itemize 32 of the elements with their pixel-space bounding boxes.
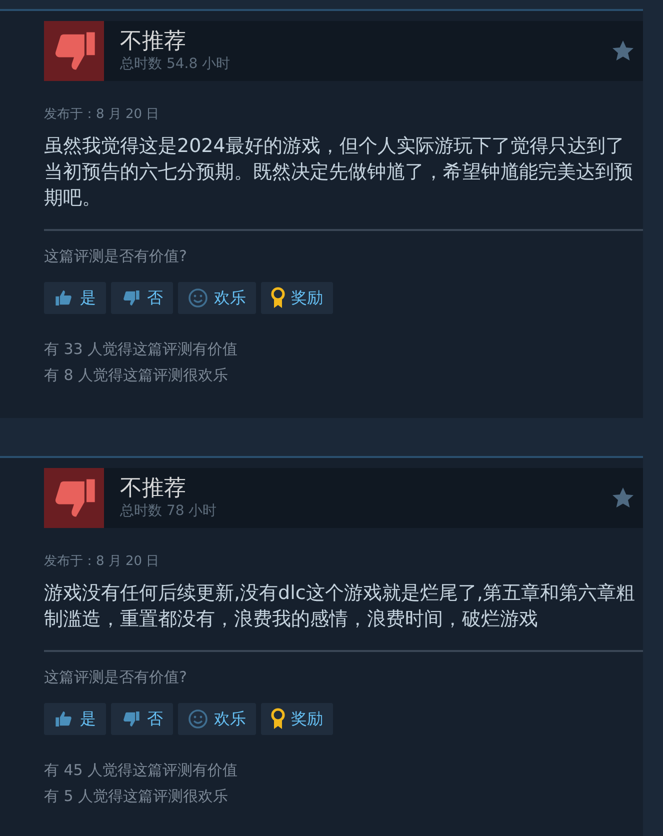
award-vote-button[interactable]: 奖励 — [261, 703, 333, 735]
helpful-question: 这篇评测是否有价值? — [44, 247, 188, 266]
posted-date: 发布于：8 月 20 日 — [44, 553, 160, 570]
playtime: 总时数 54.8 小时 — [120, 55, 230, 73]
star-icon[interactable] — [611, 486, 635, 510]
no-vote-button[interactable]: 否 — [111, 282, 173, 314]
vote-count: 有 33 人觉得这篇评测有价值 — [44, 339, 239, 360]
verdict-title: 不推荐 — [120, 29, 187, 55]
funny-vote-button[interactable]: 欢乐 — [178, 703, 256, 735]
posted-date: 发布于：8 月 20 日 — [44, 106, 160, 123]
award-vote-button[interactable]: 奖励 — [261, 282, 333, 314]
yes-vote-button[interactable]: 是 — [44, 282, 106, 314]
funny-vote-button[interactable]: 欢乐 — [178, 282, 256, 314]
award-ribbon-icon — [271, 287, 285, 309]
smiley-icon — [188, 709, 208, 729]
no-vote-button[interactable]: 否 — [111, 703, 173, 735]
star-icon[interactable] — [611, 39, 635, 63]
award-ribbon-icon — [271, 708, 285, 730]
yes-vote-button[interactable]: 是 — [44, 703, 106, 735]
thumbs-down-icon — [121, 288, 141, 308]
thumbs-up-icon — [54, 709, 74, 729]
smiley-icon — [188, 288, 208, 308]
review-text: 游戏没有任何后续更新,没有dlc这个游戏就是烂尾了,第五章和第六章粗制滥造，重置都没有，浪费我的感情，浪费时间，破烂游戏 — [44, 581, 636, 632]
thumbs-down-icon — [121, 709, 141, 729]
helpful-question: 这篇评测是否有价值? — [44, 668, 188, 687]
thumbs-up-icon — [54, 288, 74, 308]
vote-count: 有 5 人觉得这篇评测很欢乐 — [44, 786, 230, 807]
review-text: 虽然我觉得这是2024最好的游戏，但个人实际游玩下了觉得只达到了当初预告的六七分预期。既然决定先做钟馗了，希望钟馗能完美达到预期吧。 — [44, 134, 634, 211]
playtime: 总时数 78 小时 — [120, 502, 217, 520]
verdict-title: 不推荐 — [120, 476, 187, 502]
vote-count: 有 8 人觉得这篇评测很欢乐 — [44, 365, 230, 386]
vote-count: 有 45 人觉得这篇评测有价值 — [44, 760, 239, 781]
